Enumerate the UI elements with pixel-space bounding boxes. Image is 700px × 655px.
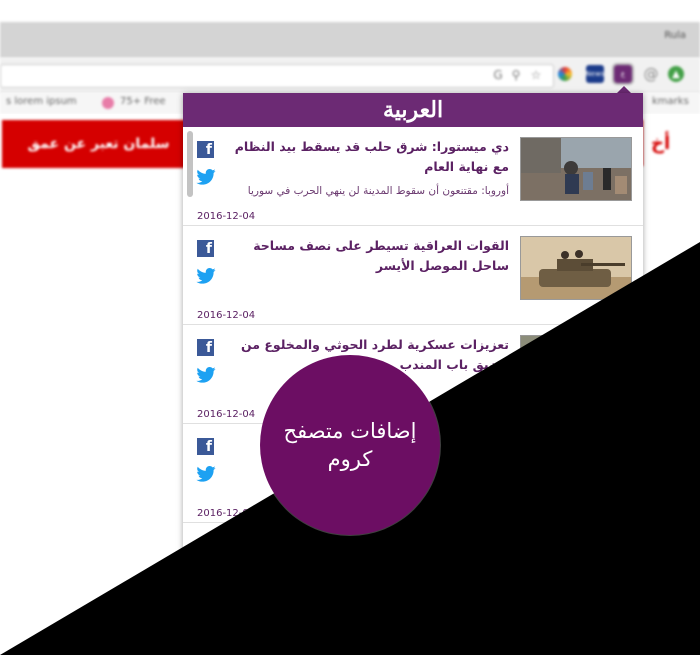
bookmark-favicon-icon xyxy=(102,97,114,109)
news-headline[interactable]: القوات العراقية تسيطر على نصف مساحة ساحل… xyxy=(223,236,509,276)
extension-news-icon[interactable]: News xyxy=(586,65,604,83)
twitter-icon[interactable] xyxy=(196,466,216,482)
news-headline[interactable]: دي ميستورا: شرق حلب قد يسقط بيد النظام م… xyxy=(223,137,509,177)
twitter-icon[interactable] xyxy=(196,268,216,284)
news-date: 2016-12-04 xyxy=(197,409,256,420)
news-thumbnail[interactable] xyxy=(520,335,632,399)
green-extension-icon[interactable]: ▲ xyxy=(668,66,684,82)
page-header-fragment: أخ xyxy=(640,120,700,166)
star-icon[interactable]: ☆ xyxy=(527,66,545,84)
profile-name[interactable]: Rula xyxy=(664,30,686,41)
breaking-news-banner[interactable]: سلمان تعبر عن عمق xyxy=(2,120,195,168)
chrome-extensions-badge: إضافات متصفح كروم xyxy=(260,355,440,535)
facebook-icon[interactable]: f xyxy=(197,438,214,455)
news-date: 2016-12-04 xyxy=(197,508,256,519)
facebook-icon[interactable]: f xyxy=(197,141,214,158)
twitter-icon[interactable] xyxy=(196,169,216,185)
omnibox[interactable]: G ⚲ ☆ xyxy=(0,64,554,88)
address-toolbar: G ⚲ ☆ News ع @ ▲ xyxy=(0,58,700,93)
popup-arrow xyxy=(617,86,631,93)
news-item[interactable]: القوات العراقية تسيطر على نصف مساحة ساحل… xyxy=(183,226,643,325)
news-thumbnail[interactable] xyxy=(520,236,632,300)
bookmark-item[interactable]: kmarks xyxy=(652,96,689,107)
at-icon[interactable]: @ xyxy=(642,65,660,83)
popup-header: العربية xyxy=(183,93,643,127)
badge-title: إضافات متصفح xyxy=(283,419,417,443)
facebook-icon[interactable]: f xyxy=(197,339,214,356)
badge-subtitle: كروم xyxy=(327,447,373,471)
news-date: 2016-12-04 xyxy=(197,211,256,222)
extension-colorful-icon[interactable] xyxy=(558,67,572,81)
twitter-icon[interactable] xyxy=(196,367,216,383)
news-item[interactable]: دي ميستورا: شرق حلب قد يسقط بيد النظام م… xyxy=(183,127,643,226)
bookmark-item[interactable]: 75+ Free xyxy=(120,96,166,107)
search-icon[interactable]: ⚲ xyxy=(507,66,525,84)
alarabiya-extension-icon[interactable]: ع xyxy=(612,63,634,85)
news-subheadline[interactable]: أوروبا: مقتنعون أن سقوط المدينة لن ينهي … xyxy=(223,185,509,197)
browser-titlebar: Rula xyxy=(0,22,700,58)
news-thumbnail[interactable] xyxy=(520,137,632,201)
bookmark-item[interactable]: s lorem ipsum xyxy=(6,96,77,107)
news-date: 2016-12-04 xyxy=(197,310,256,321)
facebook-icon[interactable]: f xyxy=(197,240,214,257)
alarabiya-logo: العربية xyxy=(382,97,444,123)
translate-icon[interactable]: G xyxy=(489,66,507,84)
